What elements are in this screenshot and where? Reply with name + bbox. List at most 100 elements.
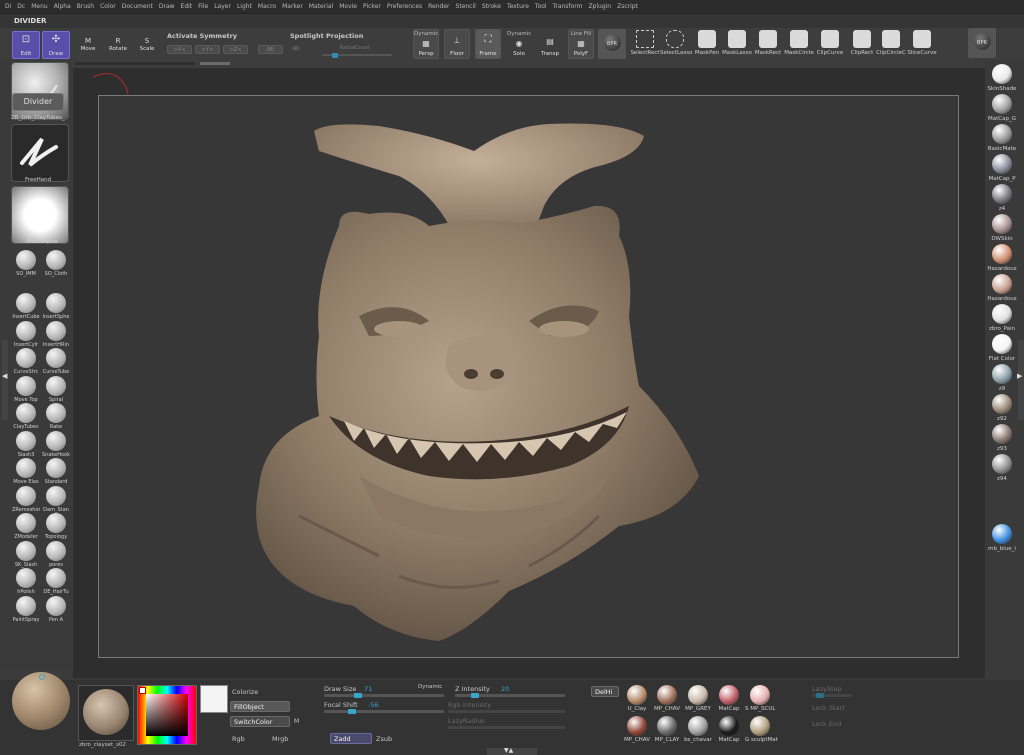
brush-cell[interactable]: DE_HairTu <box>42 568 70 598</box>
activate-symmetry-button[interactable]: Activate Symmetry <box>167 32 237 40</box>
edit-button[interactable]: ⊡ Edit <box>12 31 40 59</box>
sym-r-button[interactable]: (R) <box>287 45 305 54</box>
lazy-radius-slider[interactable] <box>448 726 565 729</box>
secondary-color-swatch[interactable] <box>200 685 228 713</box>
z-intensity-knob[interactable] <box>471 693 479 698</box>
material-item[interactable]: Hazardous <box>985 244 1019 272</box>
stroke-thumb[interactable] <box>11 124 69 182</box>
floor-button[interactable]: ⊥ Floor <box>444 29 470 59</box>
menu-item[interactable]: Dc <box>14 3 28 10</box>
bottom-material-item[interactable]: MP_CHAV <box>622 716 652 743</box>
mask-button-9[interactable]: SliceCurve <box>907 30 937 66</box>
move-button[interactable]: M Move <box>78 32 98 54</box>
current-brush-thumb[interactable] <box>11 62 69 120</box>
menu-item[interactable]: Render <box>425 3 452 10</box>
menu-item[interactable]: Material <box>306 3 336 10</box>
bottom-material-item[interactable]: MP_GREY <box>683 685 713 712</box>
spotlight-projection-button[interactable]: Spotlight Projection <box>290 32 363 40</box>
menu-item[interactable]: Marker <box>279 3 306 10</box>
menu-item[interactable]: Menu <box>28 3 50 10</box>
lock-start-label[interactable]: Lock Start <box>812 704 845 712</box>
menu-item[interactable]: Macro <box>255 3 279 10</box>
menu-item[interactable]: Stencil <box>453 3 479 10</box>
material-item[interactable]: DWSkin <box>985 214 1019 242</box>
delhi-button[interactable]: DelHi <box>591 686 619 697</box>
radial-count-slider[interactable]: RadialCount <box>315 44 395 53</box>
polyf-button[interactable]: Line Fill ▦ PolyF <box>568 29 594 59</box>
draw-button[interactable]: ✣ Draw <box>42 31 70 59</box>
solo-button[interactable]: Dynamic ◉ Solo <box>506 29 532 59</box>
left-tray-arrow-icon[interactable]: ◀ <box>2 372 7 380</box>
so-brush-1[interactable]: SO_Cloth <box>42 250 70 280</box>
transp-button[interactable]: ▤ Transp <box>537 29 563 59</box>
brush-cell[interactable]: Pen A <box>42 595 70 626</box>
bottom-material-item[interactable]: G sculptMat <box>745 716 778 743</box>
canvas-viewport[interactable] <box>98 95 959 658</box>
switch-color-button[interactable]: SwitchColor <box>230 716 290 727</box>
bottom-tray-arrow-icon[interactable]: ▼▲ <box>504 747 513 754</box>
material-item[interactable]: z94 <box>985 454 1019 482</box>
material-item[interactable]: Hazardous <box>985 274 1019 302</box>
lazy-step-knob[interactable] <box>816 693 824 698</box>
menu-item[interactable]: Layer <box>211 3 234 10</box>
persp-button[interactable]: Dynamic ▦ Persp <box>413 29 439 59</box>
brush-cell[interactable]: InsertCube <box>12 293 40 323</box>
material-item[interactable]: mb_blue_i <box>985 524 1019 552</box>
right-bpr-button[interactable]: BPR <box>968 28 996 58</box>
menu-item[interactable]: Di <box>2 3 14 10</box>
lazy-step-slider[interactable] <box>812 693 852 698</box>
menu-item[interactable]: Document <box>119 3 156 10</box>
frame-button[interactable]: ⛶ Frame <box>475 29 501 59</box>
m-toggle[interactable]: M <box>294 718 299 725</box>
material-item[interactable]: SkinShade <box>985 64 1019 92</box>
material-item[interactable]: BasicMate <box>985 124 1019 152</box>
brush-cell[interactable]: InsertHRin <box>42 320 70 351</box>
brush-cell[interactable]: Topology <box>42 513 70 543</box>
z-intensity-slider[interactable] <box>455 693 565 698</box>
right-tray-handle[interactable] <box>1018 340 1024 420</box>
mask-button-3[interactable]: MaskLasso <box>722 30 752 66</box>
menu-item[interactable]: Texture <box>504 3 532 10</box>
mrgb-button[interactable]: Mrgb <box>272 735 288 743</box>
brush-cell[interactable]: Move Top <box>12 375 40 406</box>
sym-m-button[interactable]: (M) <box>258 45 283 54</box>
brush-cell[interactable]: SnakeHook <box>42 430 70 461</box>
brush-cell[interactable]: hPolish <box>12 568 40 598</box>
material-thumb[interactable] <box>78 685 134 741</box>
bottom-material-item[interactable]: MatCap <box>714 716 744 743</box>
zadd-button[interactable]: Zadd <box>330 733 372 744</box>
menu-item[interactable]: Zscript <box>614 3 641 10</box>
rotate-button[interactable]: R Rotate <box>106 32 130 54</box>
brush-cell[interactable]: ZRemesher <box>12 485 40 516</box>
menu-item[interactable]: Edit <box>178 3 196 10</box>
dynamic-toggle[interactable]: Dynamic <box>418 684 442 690</box>
menu-item[interactable]: Color <box>97 3 119 10</box>
mask-button-5[interactable]: MaskCircle <box>784 30 814 66</box>
brush-cell[interactable]: InsertSphe <box>42 293 70 323</box>
sym-x-button[interactable]: >X< <box>167 45 192 54</box>
menu-item[interactable]: Transform <box>550 3 586 10</box>
material-item[interactable]: Flat Color <box>985 334 1019 362</box>
mask-button-4[interactable]: MaskRect <box>753 30 783 66</box>
menu-item[interactable]: Light <box>234 3 255 10</box>
radial-count-knob[interactable] <box>332 53 338 58</box>
brush-cell[interactable]: CurveStrc <box>12 348 40 378</box>
brush-cell[interactable]: SK_Slash <box>12 540 40 571</box>
material-item[interactable]: z4 <box>985 184 1019 212</box>
brush-cell[interactable]: Spiral <box>42 375 70 406</box>
left-tray-handle[interactable] <box>2 340 8 420</box>
right-tray-arrow-icon[interactable]: ▶ <box>1017 372 1022 380</box>
material-item[interactable]: MatCap_P <box>985 154 1019 182</box>
brush-cell[interactable]: PaintSpray <box>12 595 40 626</box>
draw-size-slider[interactable] <box>324 693 444 698</box>
menu-item[interactable]: Preferences <box>384 3 425 10</box>
focal-shift-knob[interactable] <box>348 709 356 714</box>
rgb-button[interactable]: Rgb <box>232 735 245 743</box>
brush-cell[interactable]: ZModeler <box>12 513 40 543</box>
toolbar-scroll-handle[interactable] <box>200 62 230 65</box>
menu-item[interactable]: Picker <box>360 3 384 10</box>
bottom-material-item[interactable]: U_Clay <box>622 685 652 712</box>
mask-button-2[interactable]: MaskPen <box>692 30 722 66</box>
radial-count-track[interactable] <box>322 53 392 58</box>
brush-cell[interactable]: ClayTubes <box>12 403 40 433</box>
